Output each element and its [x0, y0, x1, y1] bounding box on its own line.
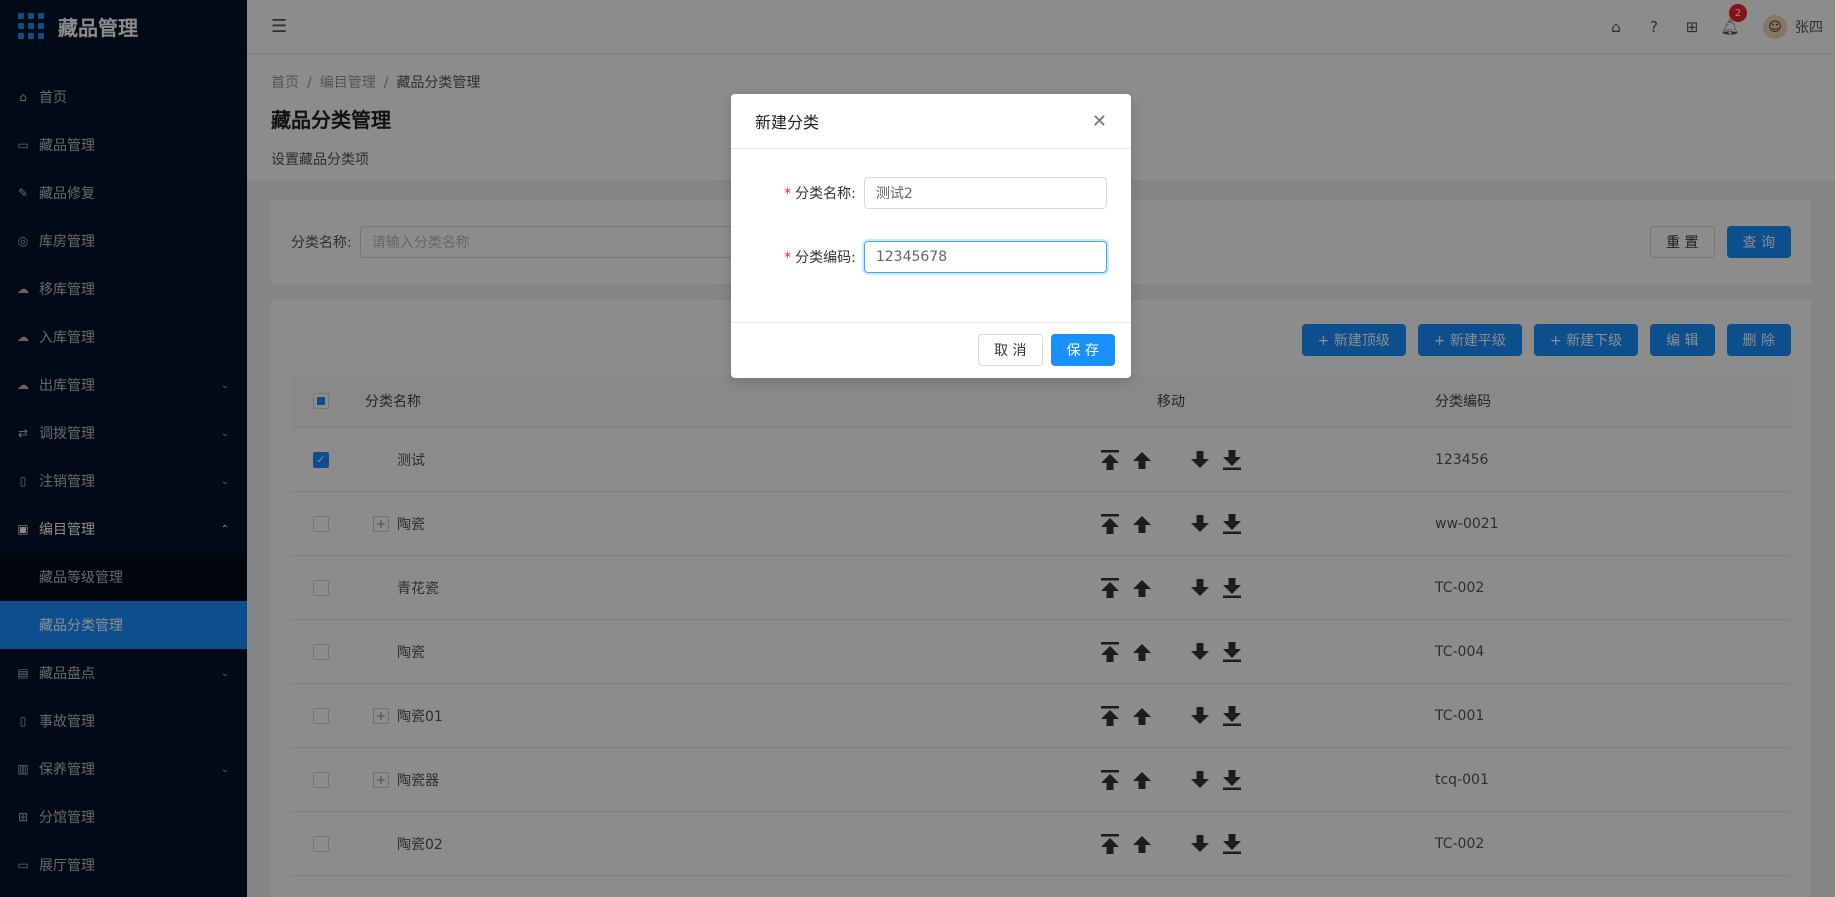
modal-footer: 取 消 保 存: [731, 323, 1131, 377]
modal-title: 新建分类: [755, 113, 820, 132]
category-code-field[interactable]: 12345678: [863, 241, 1107, 273]
modal-body: * 分类名称: 测试2 * 分类编码: 12345678: [731, 149, 1131, 323]
form-row-name: * 分类名称: 测试2: [755, 177, 1107, 209]
code-label: * 分类编码:: [784, 250, 856, 266]
modal-header: 新建分类 ✕: [731, 94, 1131, 149]
new-category-modal: 新建分类 ✕ * 分类名称: 测试2 * 分类编码: 12345678 取 消 保 …: [731, 94, 1131, 378]
close-icon[interactable]: ✕: [1092, 111, 1107, 132]
category-name-field[interactable]: 测试2: [863, 177, 1107, 209]
form-row-code: * 分类编码: 12345678: [755, 241, 1107, 273]
cancel-button[interactable]: 取 消: [978, 334, 1043, 366]
save-button[interactable]: 保 存: [1050, 334, 1115, 366]
name-label: * 分类名称:: [784, 186, 856, 202]
